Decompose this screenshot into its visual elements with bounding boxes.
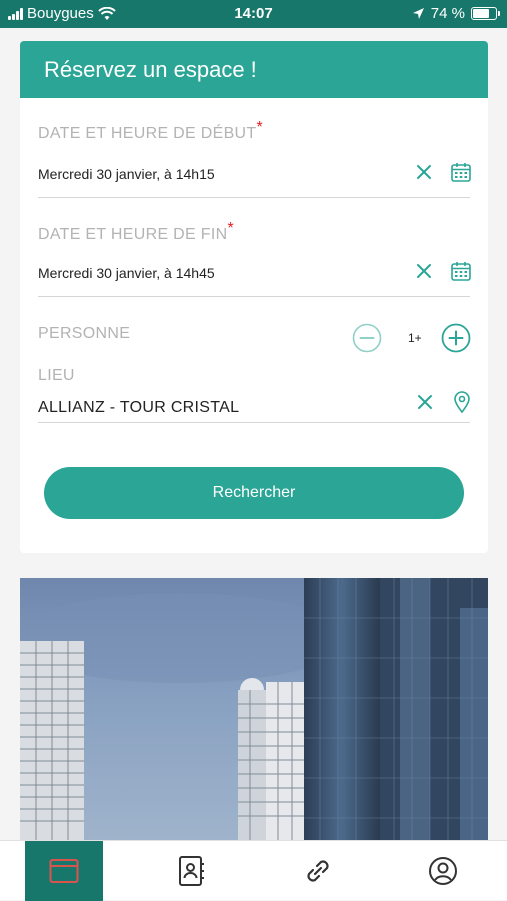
decrease-persons-icon[interactable]	[352, 323, 382, 353]
nav-item-contacts[interactable]	[152, 841, 230, 901]
start-date-label: DATE ET HEURE DE DÉBUT*	[38, 119, 264, 142]
nav-item-profile[interactable]	[404, 841, 482, 901]
status-bar: Bouygues 14:07 74 %	[0, 0, 507, 28]
start-date-input[interactable]: Mercredi 30 janvier, à 14h15	[38, 166, 215, 182]
location-underline	[38, 422, 470, 423]
battery-icon	[471, 7, 500, 20]
persons-count: 1+	[408, 331, 422, 345]
location-input[interactable]: ALLIANZ - TOUR CRISTAL	[38, 399, 239, 417]
clear-location-icon[interactable]	[417, 394, 433, 410]
end-calendar-icon[interactable]	[450, 260, 472, 282]
end-date-underline	[38, 296, 470, 297]
location-label: LIEU	[38, 367, 75, 384]
start-calendar-icon[interactable]	[450, 161, 472, 183]
clear-start-date-icon[interactable]	[416, 164, 432, 180]
bottom-navigation	[0, 840, 507, 901]
search-button[interactable]: Rechercher	[44, 467, 464, 519]
nav-item-calendar[interactable]	[25, 841, 103, 901]
booking-card: Réservez un espace ! DATE ET HEURE DE DÉ…	[20, 41, 488, 553]
required-mark: *	[227, 220, 234, 237]
location-pin-icon[interactable]	[452, 390, 472, 414]
building-photo	[20, 578, 488, 840]
start-date-underline	[38, 197, 470, 198]
end-date-label: DATE ET HEURE DE FIN*	[38, 220, 234, 243]
user-circle-icon	[429, 857, 457, 885]
building-photo-illustration	[20, 578, 488, 840]
battery-level	[473, 9, 489, 18]
end-date-input[interactable]: Mercredi 30 janvier, à 14h45	[38, 265, 215, 281]
clear-end-date-icon[interactable]	[416, 263, 432, 279]
required-mark: *	[256, 119, 264, 136]
calendar-icon	[49, 859, 79, 883]
link-icon	[307, 860, 329, 882]
increase-persons-icon[interactable]	[441, 323, 471, 353]
booking-card-title: Réservez un espace !	[20, 41, 488, 98]
contact-book-icon	[179, 856, 204, 886]
location-arrow-icon	[412, 8, 424, 19]
battery-percent: 74 %	[430, 5, 465, 22]
nav-item-links[interactable]	[279, 841, 357, 901]
persons-label: PERSONNE	[38, 325, 131, 342]
